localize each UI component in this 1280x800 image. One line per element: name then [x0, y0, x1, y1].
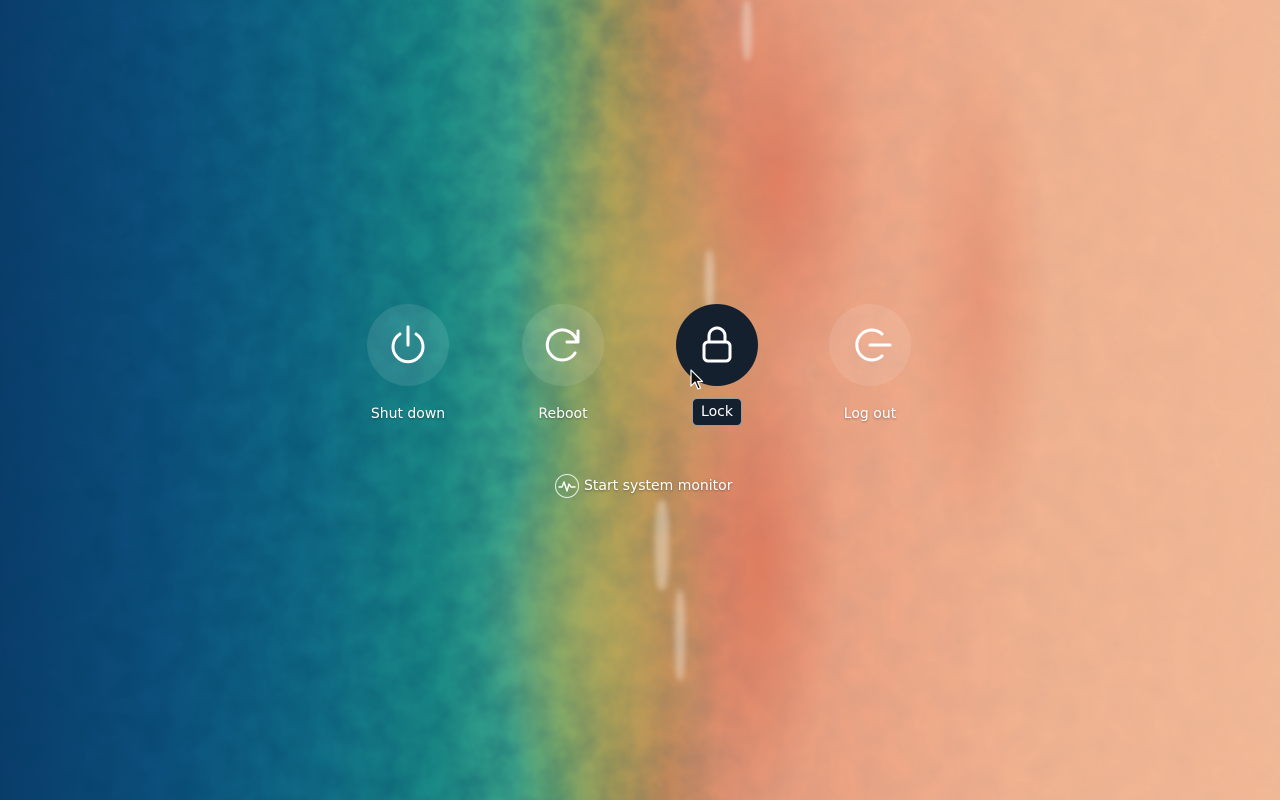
system-monitor-label: Start system monitor [584, 478, 733, 494]
reboot-button[interactable]: Reboot [503, 304, 623, 426]
reboot-label: Reboot [538, 406, 588, 422]
shutdown-button[interactable]: Shut down [348, 304, 468, 426]
lock-label: Lock [692, 398, 742, 426]
logout-icon [855, 328, 892, 362]
lock-icon [702, 326, 732, 363]
system-monitor-icon [555, 474, 579, 498]
reboot-circle[interactable] [522, 304, 604, 386]
shutdown-circle[interactable] [367, 304, 449, 386]
power-icon [391, 325, 425, 364]
power-actions: Shut down Reboot Lock Log out [0, 304, 1280, 434]
logout-circle[interactable] [829, 304, 911, 386]
system-monitor-button[interactable]: Start system monitor [555, 474, 733, 498]
logout-label: Log out [843, 406, 897, 422]
shutdown-label: Shut down [370, 406, 446, 422]
logout-button[interactable]: Log out [810, 304, 930, 426]
lock-circle[interactable] [676, 304, 758, 386]
lock-screen: Shut down Reboot Lock Log out Start syst… [0, 0, 1280, 800]
lock-button[interactable]: Lock [657, 304, 777, 426]
mouse-cursor-icon [690, 369, 704, 390]
reboot-icon [545, 328, 580, 362]
